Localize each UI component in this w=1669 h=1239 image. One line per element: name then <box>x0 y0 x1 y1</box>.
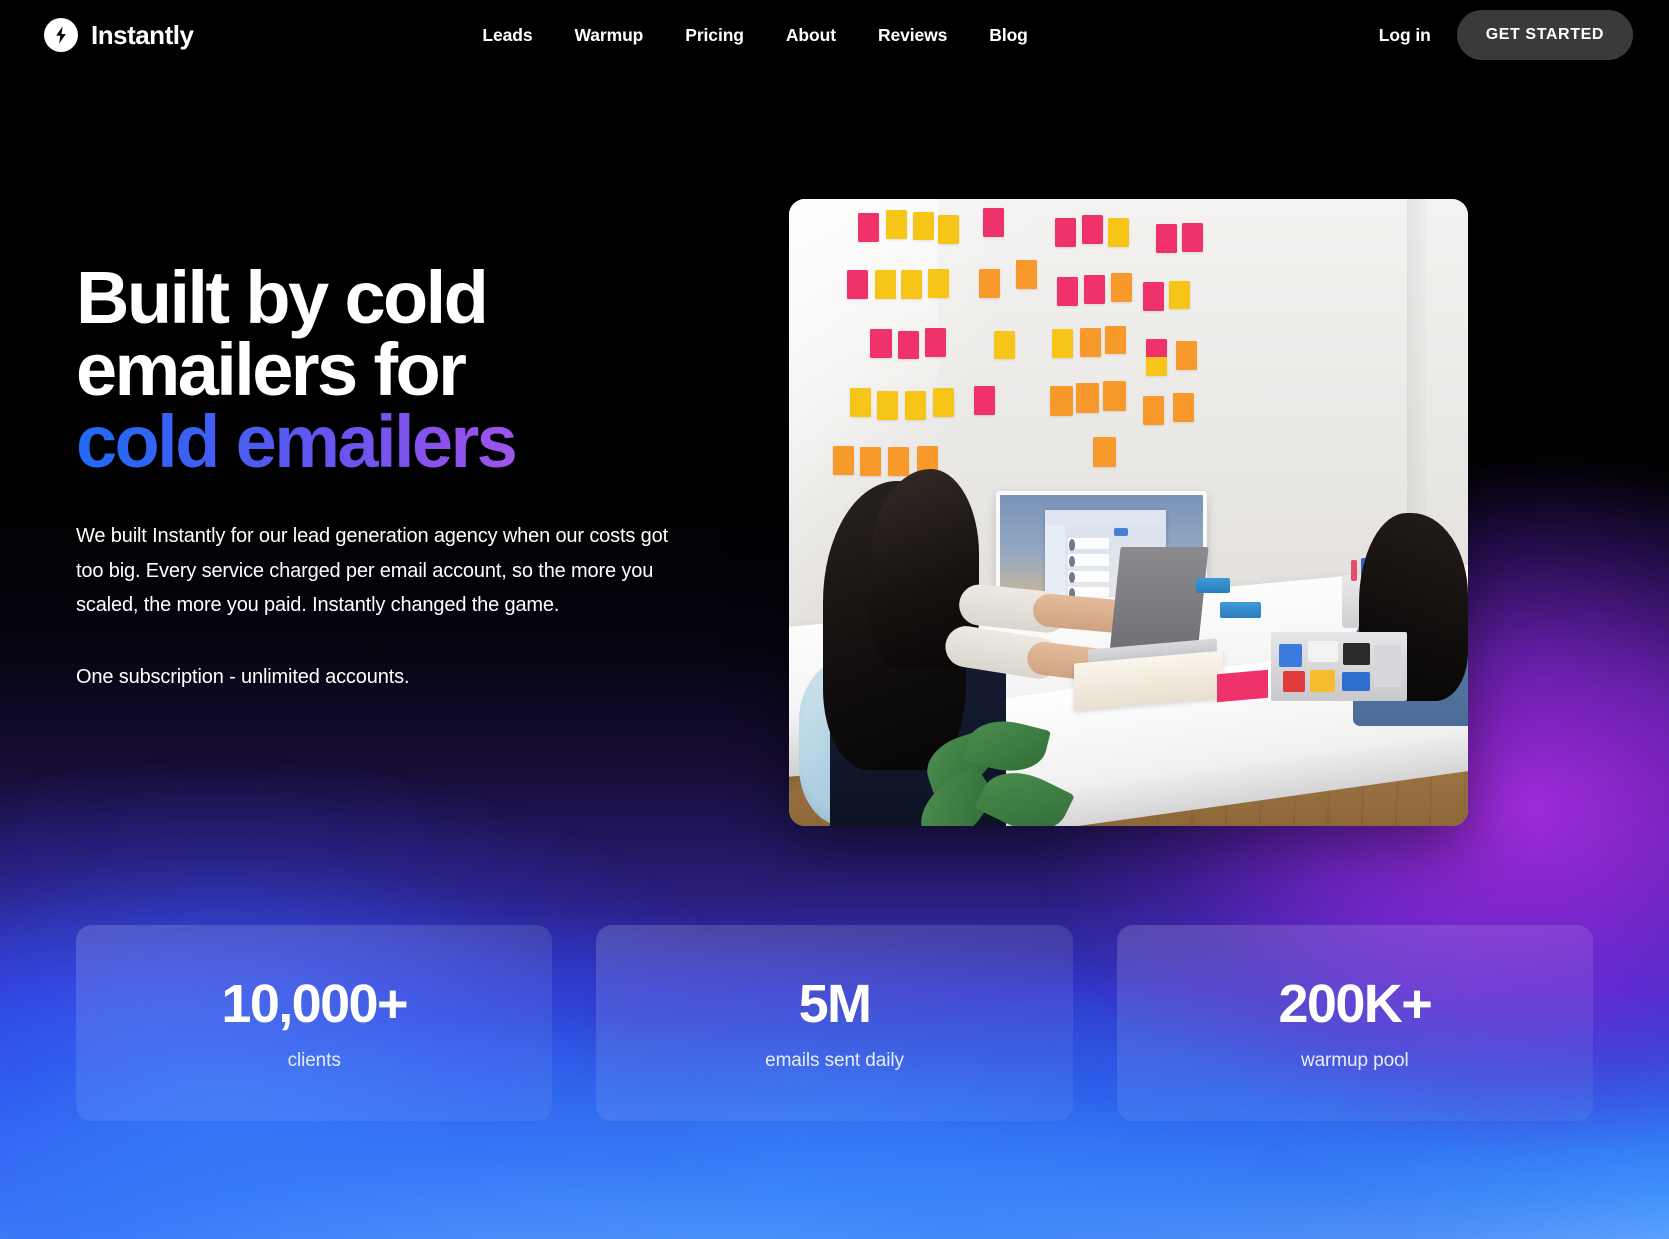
sticky-note <box>870 329 892 359</box>
sticky-note <box>1083 275 1105 305</box>
primary-navigation: Leads Warmup Pricing About Reviews Blog <box>482 25 1027 46</box>
photo-screen-avatar <box>1068 555 1075 568</box>
sticky-note <box>924 328 946 357</box>
sticky-note <box>1015 260 1037 290</box>
stat-card-warmup-pool: 200K+ warmup pool <box>1116 925 1593 1121</box>
sticky-note <box>1146 339 1168 359</box>
photo-pink-sticky-note <box>1216 670 1268 703</box>
sticky-note <box>994 330 1016 360</box>
sticky-note <box>1182 222 1204 252</box>
landing-page: Instantly Leads Warmup Pricing About Rev… <box>0 0 1669 1239</box>
brand-name: Instantly <box>91 20 194 50</box>
stat-label: warmup pool <box>1300 1049 1409 1071</box>
sticky-note <box>1110 272 1132 302</box>
office-photo-scene <box>789 199 1468 826</box>
photo-pens <box>1350 560 1357 582</box>
login-link[interactable]: Log in <box>1379 25 1431 46</box>
nav-link-reviews[interactable]: Reviews <box>878 25 947 46</box>
sticky-note <box>1055 217 1077 247</box>
photo-laptop-with-stickers <box>1271 631 1407 701</box>
hero-copy: Built by cold emailers for cold emailers… <box>76 261 716 693</box>
sticky-note <box>1146 357 1168 376</box>
photo-blue-block <box>1220 601 1261 618</box>
nav-link-about[interactable]: About <box>786 25 836 46</box>
stat-card-emails-sent-daily: 5M emails sent daily <box>596 925 1073 1121</box>
stat-card-clients: 10,000+ clients <box>76 925 553 1121</box>
sticky-note <box>877 390 899 420</box>
sticky-note <box>1076 383 1100 414</box>
sticky-note <box>901 270 923 300</box>
photo-laptop-screen <box>1109 546 1209 654</box>
photo-sticker <box>1283 670 1306 692</box>
nav-link-pricing[interactable]: Pricing <box>685 25 744 46</box>
lightning-bolt-icon <box>44 18 78 52</box>
nav-link-warmup[interactable]: Warmup <box>575 25 644 46</box>
sticky-note <box>1108 217 1130 247</box>
photo-sticker <box>1343 642 1371 665</box>
sticky-note <box>1105 325 1127 355</box>
photo-screen-button <box>1113 527 1129 536</box>
stat-value: 200K+ <box>1278 973 1433 1034</box>
sticky-note <box>860 447 882 477</box>
photo-foreground-plant <box>907 712 1088 826</box>
sticky-note <box>874 270 896 300</box>
sticky-note <box>888 447 910 477</box>
sticky-note <box>850 388 872 418</box>
photo-screen-topbar <box>1044 510 1167 526</box>
stat-label: emails sent daily <box>765 1049 904 1071</box>
hero-paragraph: We built Instantly for our lead generati… <box>76 525 669 617</box>
brand-logo-link[interactable]: Instantly <box>44 18 194 52</box>
get-started-button[interactable]: GET STARTED <box>1456 10 1633 60</box>
sticky-note <box>1173 393 1195 423</box>
sticky-note <box>1082 215 1104 245</box>
sticky-note <box>932 388 954 418</box>
photo-sticker <box>1279 644 1303 668</box>
sticky-note <box>912 211 934 241</box>
site-header: Instantly Leads Warmup Pricing About Rev… <box>0 0 1669 70</box>
photo-blue-block <box>1196 578 1231 594</box>
sticky-note <box>1176 340 1198 370</box>
sticky-note <box>905 390 927 420</box>
sticky-note <box>928 269 950 299</box>
sticky-note <box>1079 328 1101 357</box>
sticky-note <box>886 210 908 240</box>
headline-line-2: emailers for <box>76 327 467 411</box>
hero-section: Built by cold emailers for cold emailers… <box>0 0 1669 900</box>
sticky-note <box>847 270 869 300</box>
photo-sticker <box>1310 670 1335 693</box>
sticky-note <box>1169 280 1191 310</box>
stat-label: clients <box>287 1049 341 1071</box>
sticky-note <box>858 212 880 242</box>
sticky-note <box>1102 380 1126 411</box>
sticky-note <box>1056 276 1078 306</box>
sticky-note <box>1093 437 1117 468</box>
sticky-note <box>979 269 1001 299</box>
photo-sticker <box>1374 645 1402 687</box>
header-actions: Log in GET STARTED <box>1379 10 1633 60</box>
stat-value: 10,000+ <box>221 973 408 1034</box>
sticky-note <box>938 215 960 245</box>
sticky-note <box>1049 385 1073 416</box>
page-title: Built by cold emailers for cold emailers <box>76 261 716 478</box>
hero-subline: One subscription - unlimited accounts. <box>76 666 410 689</box>
sticky-note <box>897 330 919 360</box>
sticky-note <box>1155 224 1177 253</box>
nav-link-blog[interactable]: Blog <box>989 25 1028 46</box>
headline-line-1: Built by cold <box>76 256 489 339</box>
sticky-note <box>982 208 1004 238</box>
sticky-note <box>1052 329 1074 359</box>
stats-section: 10,000+ clients 5M emails sent daily 200… <box>76 925 1593 1121</box>
headline-accent-line: cold emailers <box>76 404 716 478</box>
nav-link-leads[interactable]: Leads <box>482 25 532 46</box>
sticky-note <box>973 385 995 415</box>
sticky-note <box>833 446 855 475</box>
photo-screen-avatar <box>1068 539 1075 551</box>
sticky-note <box>1143 395 1165 425</box>
hero-photo <box>789 199 1468 826</box>
sticky-note <box>1143 281 1165 311</box>
photo-sticker <box>1307 641 1338 662</box>
photo-sticker <box>1341 671 1371 691</box>
stat-value: 5M <box>798 973 872 1034</box>
